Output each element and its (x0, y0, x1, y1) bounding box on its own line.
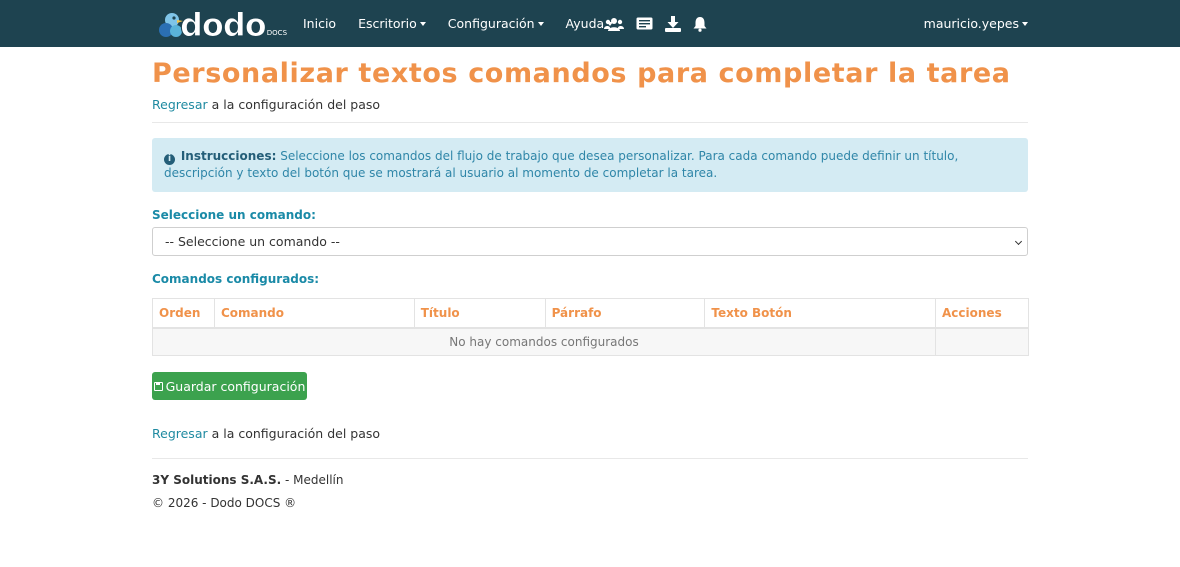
table-row: No hay comandos configurados (151, 327, 1029, 356)
company-city: - Medellín (281, 473, 344, 487)
col-orden: Orden (152, 298, 215, 329)
chevron-down-icon (1014, 237, 1023, 246)
instructions-label: Instrucciones: (180, 149, 277, 163)
user-name: mauricio.yepes (923, 16, 1019, 31)
table-header-row: Orden Comando Título Párrafo Texto Botón… (152, 298, 1029, 329)
divider (152, 122, 1028, 123)
col-comando: Comando (213, 298, 415, 329)
caret-down-icon (537, 21, 544, 26)
col-parrafo: Párrafo (544, 298, 706, 329)
nav-escritorio-label: Escritorio (358, 16, 417, 31)
nav-escritorio[interactable]: Escritorio (347, 0, 437, 47)
col-texto-boton: Texto Botón (704, 298, 937, 329)
footer-copyright: © 2026 - Dodo DOCS ® (152, 496, 297, 510)
bell-icon[interactable] (693, 0, 707, 47)
info-icon: i (164, 154, 175, 165)
brand-logo[interactable]: dodo DOCS (158, 6, 288, 44)
users-icon[interactable] (604, 0, 624, 47)
instructions-text: Seleccione los comandos del flujo de tra… (164, 149, 959, 180)
command-select[interactable]: -- Seleccione un comando -- (152, 227, 1028, 256)
configured-commands-table: Orden Comando Título Párrafo Texto Botón… (151, 298, 1029, 356)
back-link-bottom: Regresar a la configuración del paso (152, 426, 380, 441)
top-navbar: dodo DOCS Inicio Escritorio Configuració… (0, 0, 1180, 47)
download-icon[interactable] (665, 0, 681, 47)
back-link[interactable]: Regresar (152, 97, 208, 112)
page-title: Personalizar textos comandos para comple… (152, 58, 1011, 89)
id-card-icon[interactable] (636, 0, 653, 47)
back-link-top: Regresar a la configuración del paso (152, 97, 380, 112)
back-link[interactable]: Regresar (152, 426, 208, 441)
company-name: 3Y Solutions S.A.S. (152, 473, 282, 487)
back-text: a la configuración del paso (207, 97, 381, 112)
caret-down-icon (1022, 21, 1028, 26)
select-command-label: Seleccione un comando: (152, 208, 316, 222)
col-titulo: Título (413, 298, 546, 329)
nav-icon-group (604, 0, 719, 47)
save-config-button[interactable]: Guardar configuración (152, 372, 307, 400)
col-acciones: Acciones (935, 298, 1029, 329)
command-select-value: -- Seleccione un comando -- (165, 234, 340, 249)
divider (152, 458, 1028, 459)
back-text: a la configuración del paso (207, 426, 381, 441)
nav-inicio-label: Inicio (303, 16, 337, 31)
nav-configuracion-label: Configuración (447, 16, 535, 31)
save-config-label: Guardar configuración (165, 378, 306, 394)
configured-commands-label: Comandos configurados: (152, 272, 320, 286)
user-menu[interactable]: mauricio.yepes (924, 0, 1028, 47)
footer-company: 3Y Solutions S.A.S. - Medellín (152, 473, 344, 487)
main-menu: Inicio Escritorio Configuración Ayuda (292, 0, 624, 47)
empty-actions-cell (935, 327, 1029, 356)
save-icon (153, 381, 163, 391)
brand-suffix: DOCS (266, 29, 288, 37)
brand-name: dodo (180, 6, 268, 44)
nav-inicio[interactable]: Inicio (292, 0, 347, 47)
empty-message: No hay comandos configurados (151, 327, 937, 356)
nav-configuracion[interactable]: Configuración (437, 0, 555, 47)
instructions-alert: i Instrucciones: Seleccione los comandos… (152, 138, 1028, 192)
caret-down-icon (419, 21, 426, 26)
nav-ayuda-label: Ayuda (565, 16, 605, 31)
